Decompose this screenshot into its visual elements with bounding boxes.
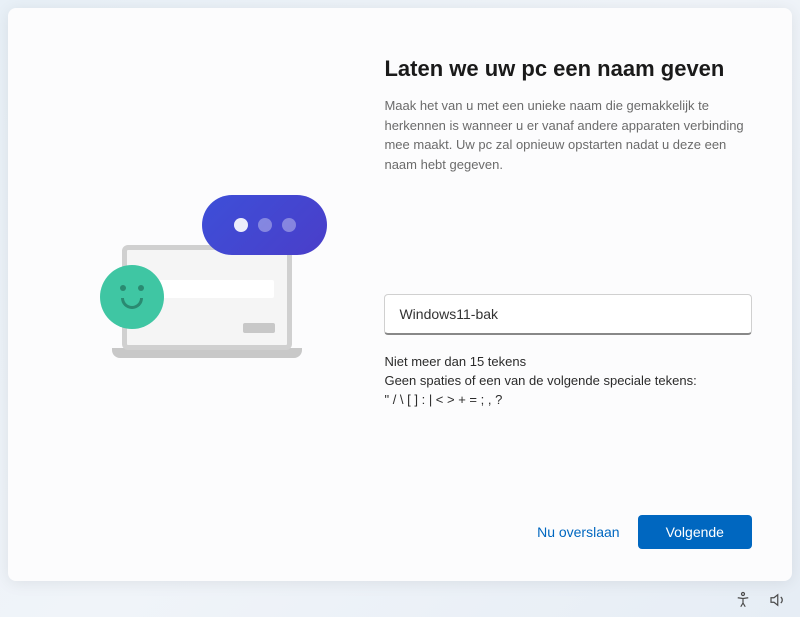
content-panel: Laten we uw pc een naam geven Maak het v…	[376, 8, 792, 581]
pc-name-input[interactable]	[384, 294, 752, 335]
footer-actions: Nu overslaan Volgende	[384, 515, 752, 557]
input-section: Niet meer dan 15 tekens Geen spaties of …	[384, 294, 752, 410]
smiley-graphic	[100, 265, 164, 329]
chat-dot	[234, 218, 248, 232]
skip-button[interactable]: Nu overslaan	[537, 524, 620, 540]
taskbar-tray	[734, 591, 786, 609]
smiley-eye	[138, 285, 144, 291]
constraint-special-chars-list: " / \ [ ] : | < > + = ; , ?	[384, 391, 752, 410]
volume-icon[interactable]	[768, 591, 786, 609]
chat-dot	[282, 218, 296, 232]
constraint-max-chars: Niet meer dan 15 tekens	[384, 353, 752, 372]
smiley-eye	[120, 285, 126, 291]
page-description: Maak het van u met een unieke naam die g…	[384, 96, 752, 174]
laptop-button-graphic	[243, 323, 275, 333]
constraint-special-chars-label: Geen spaties of een van de volgende spec…	[384, 372, 752, 391]
accessibility-icon[interactable]	[734, 591, 752, 609]
smiley-mouth	[121, 298, 143, 309]
chat-dot	[258, 218, 272, 232]
constraints-text: Niet meer dan 15 tekens Geen spaties of …	[384, 353, 752, 410]
smiley-face	[112, 283, 152, 311]
page-title: Laten we uw pc een naam geven	[384, 56, 752, 82]
pc-name-illustration	[72, 195, 312, 395]
chat-bubble-graphic	[202, 195, 327, 255]
next-button[interactable]: Volgende	[638, 515, 752, 549]
oobe-window: Laten we uw pc een naam geven Maak het v…	[8, 8, 792, 581]
illustration-panel	[8, 8, 376, 581]
